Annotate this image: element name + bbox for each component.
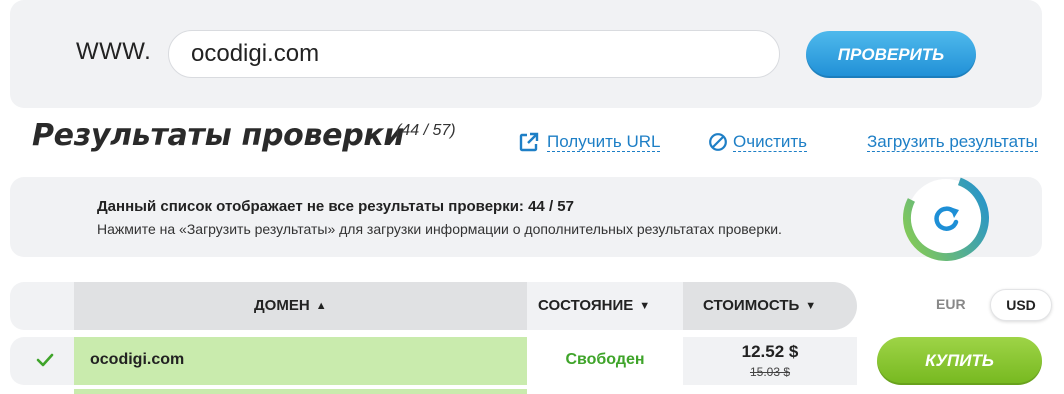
header-check-cell [10, 282, 74, 330]
row-price: 12.52 $ [741, 342, 799, 361]
clear-link[interactable]: Очистить [733, 133, 808, 152]
notice-panel [10, 177, 1042, 257]
dropdown-icon: ▼ [805, 300, 817, 313]
column-price-label: СТОИМОСТЬ [703, 297, 800, 314]
row-domain-name: ocodigi.com [90, 351, 185, 368]
table-row-price: 12.52 $ 15.03 $ [683, 337, 857, 385]
column-status-header[interactable]: СОСТОЯНИЕ ▼ [527, 282, 683, 330]
table-row-status: Свободен [527, 337, 683, 385]
currency-eur[interactable]: EUR [936, 296, 966, 312]
results-title: Результаты проверки [32, 118, 405, 153]
check-button[interactable]: ПРОВЕРИТЬ [806, 31, 976, 78]
table-row-domain: ocodigi.com [74, 337, 527, 385]
column-domain-label: ДОМЕН [254, 297, 310, 314]
www-prefix: WWW. [76, 38, 152, 65]
currency-usd[interactable]: USD [990, 289, 1052, 321]
sort-icon: ▲ [315, 300, 327, 313]
progress-ring[interactable] [896, 168, 996, 268]
notice-text: Нажмите на «Загрузить результаты» для за… [97, 221, 782, 237]
notice-title: Данный список отображает не все результа… [97, 198, 574, 215]
domain-input[interactable] [168, 30, 780, 78]
external-link-icon[interactable] [518, 131, 540, 153]
results-count: (44 / 57) [396, 122, 456, 139]
column-domain-header[interactable]: ДОМЕН ▲ [74, 282, 527, 330]
column-status-label: СОСТОЯНИЕ [538, 297, 634, 314]
load-results-link[interactable]: Загрузить результаты [867, 133, 1038, 152]
row-old-price: 15.03 $ [749, 365, 791, 379]
row-check-cell[interactable] [10, 337, 74, 385]
column-price-header[interactable]: СТОИМОСТЬ ▼ [683, 282, 857, 330]
buy-button[interactable]: КУПИТЬ [877, 337, 1042, 385]
next-row-edge [74, 389, 527, 394]
dropdown-icon: ▼ [639, 300, 651, 313]
checkmark-icon [36, 353, 54, 367]
clear-icon[interactable] [708, 132, 728, 152]
get-url-link[interactable]: Получить URL [547, 133, 661, 152]
row-status-text: Свободен [565, 351, 645, 368]
